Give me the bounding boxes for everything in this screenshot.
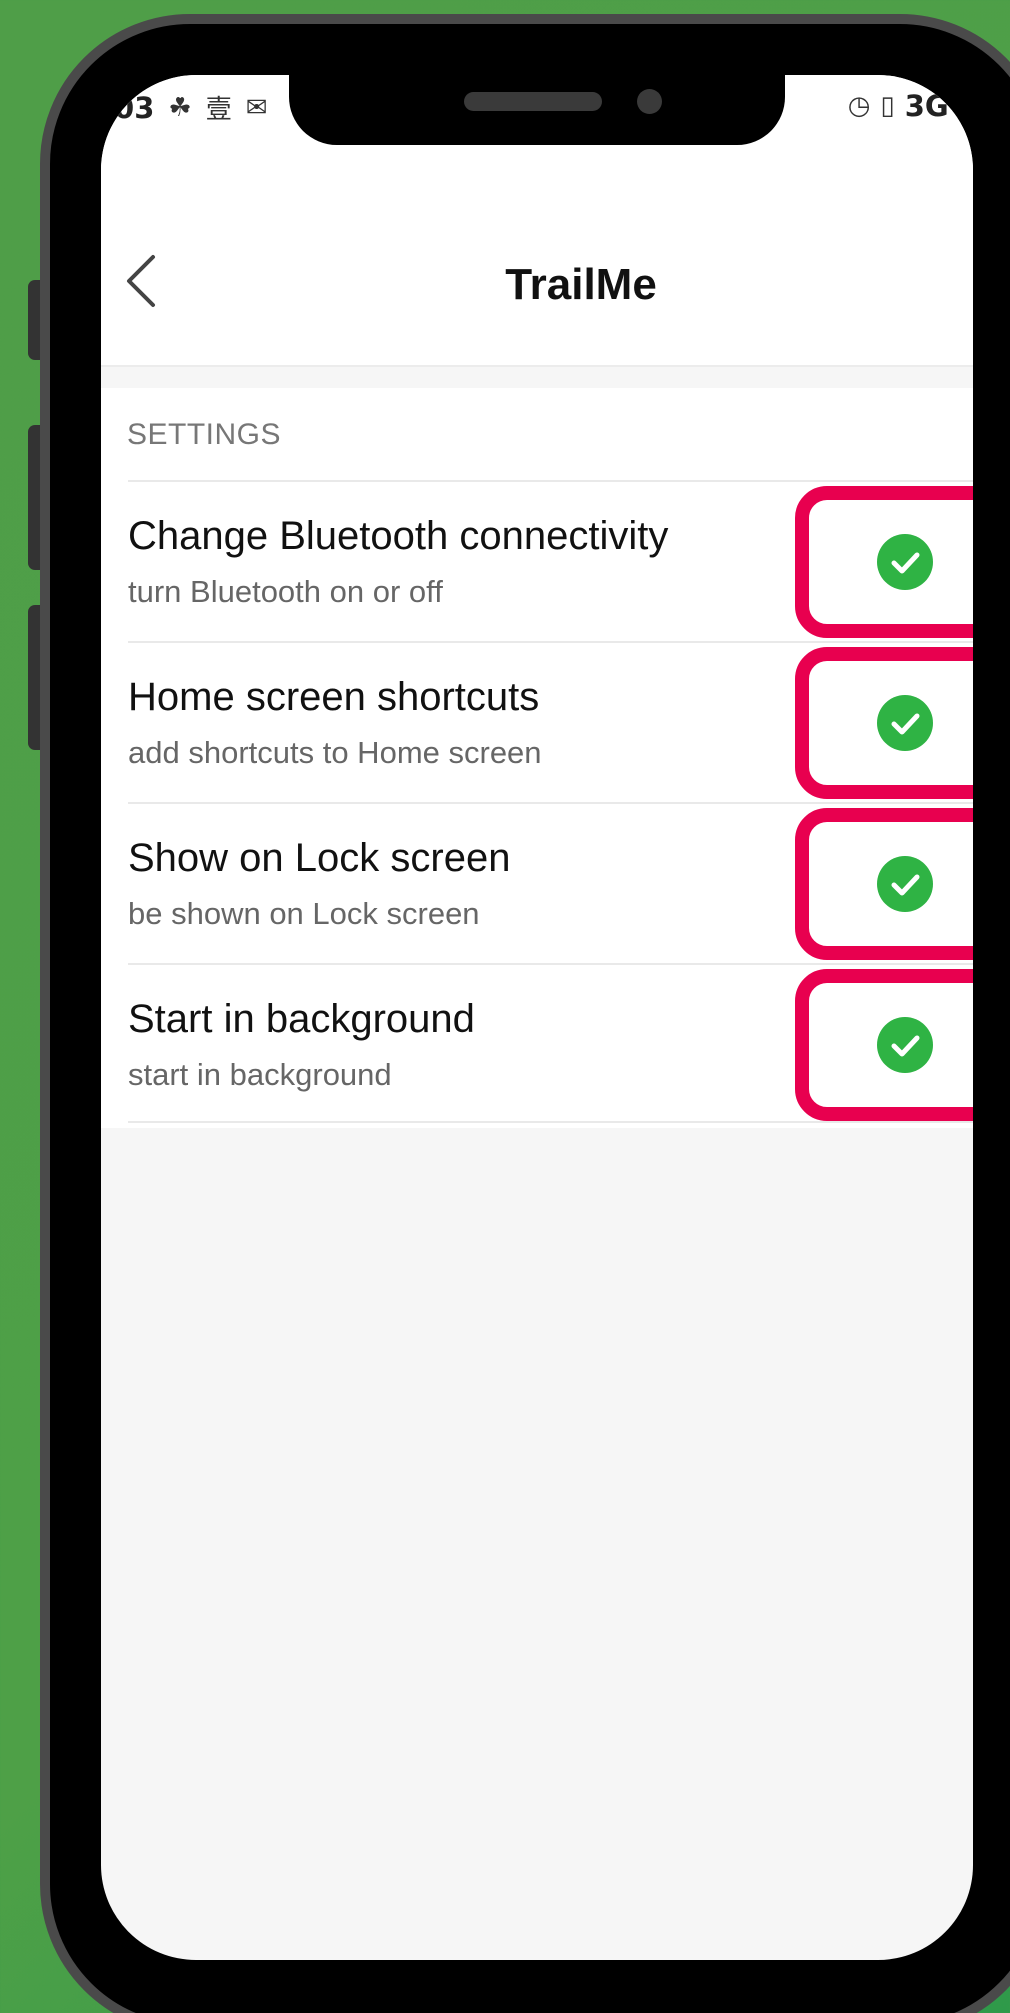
- setting-subtitle: turn Bluetooth on or off: [128, 574, 443, 609]
- signal-icon: ▯: [958, 91, 973, 121]
- setting-title: Show on Lock screen: [128, 836, 511, 880]
- app-header: TrailMe: [101, 145, 973, 367]
- highlight-box: [795, 808, 973, 960]
- news-now-icon: ☘: [168, 92, 192, 123]
- check-circle-icon[interactable]: [877, 1017, 933, 1073]
- notch: [289, 75, 785, 145]
- setting-bluetooth[interactable]: Change Bluetooth connectivity turn Bluet…: [128, 480, 973, 640]
- setting-start-background[interactable]: Start in background start in background: [128, 963, 973, 1123]
- mail-icon: ✉: [245, 92, 268, 123]
- check-circle-icon[interactable]: [877, 856, 933, 912]
- phone-screen: .03 ☘ 壹 ✉ ◷ ▯ 3G ▯ TrailMe SETTINGS Chan…: [101, 75, 973, 1960]
- setting-title: Start in background: [128, 997, 475, 1041]
- network-type: 3G: [904, 89, 949, 123]
- section-label: SETTINGS: [127, 418, 282, 451]
- setting-subtitle: add shortcuts to Home screen: [128, 735, 542, 770]
- setting-subtitle: be shown on Lock screen: [128, 896, 480, 931]
- status-bar: .03 ☘ 壹 ✉ ◷ ▯ 3G ▯: [101, 75, 973, 145]
- settings-card: SETTINGS Change Bluetooth connectivity t…: [101, 388, 973, 1128]
- signal-icon: ▯: [880, 91, 895, 121]
- setting-lock-screen[interactable]: Show on Lock screen be shown on Lock scr…: [128, 802, 973, 962]
- alarm-icon: ◷: [847, 91, 871, 121]
- highlight-box: [795, 647, 973, 799]
- check-circle-icon[interactable]: [877, 534, 933, 590]
- setting-title: Change Bluetooth connectivity: [128, 514, 669, 558]
- highlight-box: [795, 486, 973, 638]
- setting-subtitle: start in background: [128, 1057, 392, 1092]
- page-title: TrailMe: [505, 260, 657, 309]
- front-camera: [637, 89, 662, 114]
- status-right: ◷ ▯ 3G ▯: [848, 89, 973, 123]
- app-notification-icon: 壹: [205, 95, 232, 125]
- highlight-box: [795, 969, 973, 1121]
- setting-title: Home screen shortcuts: [128, 675, 540, 719]
- speaker-grille: [464, 92, 602, 111]
- status-time: .03: [103, 90, 155, 125]
- setting-home-shortcuts[interactable]: Home screen shortcuts add shortcuts to H…: [128, 641, 973, 801]
- check-circle-icon[interactable]: [877, 695, 933, 751]
- status-left: .03 ☘ 壹 ✉: [103, 89, 268, 126]
